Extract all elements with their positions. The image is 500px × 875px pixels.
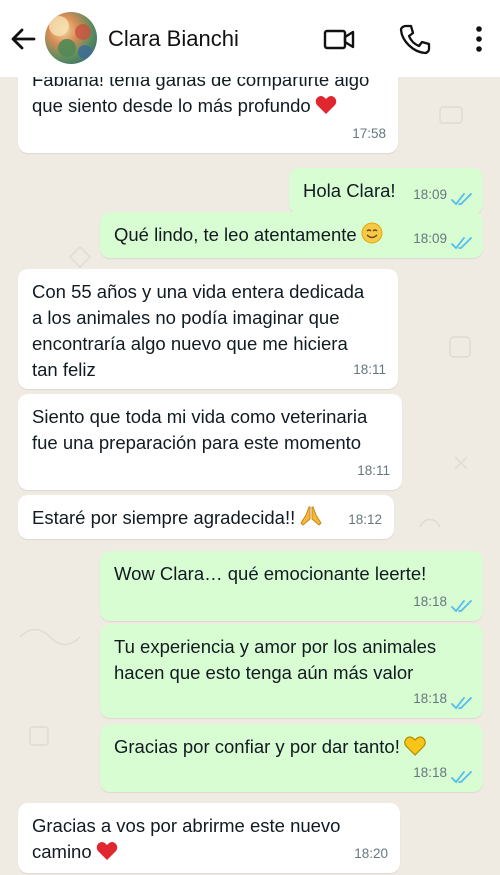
smiling-face-emoji-icon <box>361 222 383 244</box>
avatar[interactable] <box>45 12 97 64</box>
yellow-heart-emoji-icon <box>404 736 426 756</box>
message-bubble-outgoing[interactable]: Wow Clara… qué emocionante leerte! 18:18 <box>100 551 483 621</box>
message-text: Wow Clara… qué emocionante leerte! <box>114 563 427 584</box>
video-call-icon[interactable] <box>322 22 356 56</box>
message-time: 18:12 <box>348 512 382 527</box>
message-bubble-outgoing[interactable]: Hola Clara! 18:09 <box>289 168 483 214</box>
back-arrow-icon[interactable] <box>10 26 36 52</box>
read-receipt-icon <box>451 237 472 250</box>
message-text: Tu experiencia y amor por los animales h… <box>114 636 437 683</box>
message-bubble-incoming[interactable]: Con 55 años y una vida entera dedicada a… <box>18 269 398 389</box>
message-time: 18:18 <box>413 691 447 706</box>
message-text: Siento que toda mi vida como veterinaria… <box>32 406 368 453</box>
contact-name[interactable]: Clara Bianchi <box>108 26 239 52</box>
message-time: 18:09 <box>413 187 447 202</box>
message-bubble-incoming[interactable]: Gracias a vos por abrirme este nuevo cam… <box>18 803 400 873</box>
message-bubble-outgoing[interactable]: Tu experiencia y amor por los animales h… <box>100 624 483 718</box>
message-time: 18:20 <box>354 846 388 861</box>
message-text: Estaré por siempre agradecida!! <box>32 505 380 531</box>
read-receipt-icon <box>451 697 472 710</box>
message-time: 17:58 <box>352 126 386 141</box>
read-receipt-icon <box>451 771 472 784</box>
folded-hands-emoji-icon <box>300 506 322 526</box>
message-time: 18:11 <box>357 463 390 478</box>
message-text: Gracias a vos por abrirme este nuevo cam… <box>32 815 341 862</box>
message-time: 18:11 <box>353 362 386 377</box>
message-bubble-incoming[interactable]: Siento que toda mi vida como veterinaria… <box>18 394 402 490</box>
phone-call-icon[interactable] <box>398 22 432 56</box>
red-heart-emoji-icon <box>96 842 117 860</box>
message-bubble-incoming[interactable]: Fabiana! tenía ganas de compartirte algo… <box>18 77 398 153</box>
message-bubble-incoming[interactable]: Estaré por siempre agradecida!! 18:12 <box>18 495 394 539</box>
chat-header: Clara Bianchi <box>0 0 500 77</box>
chat-area[interactable]: Fabiana! tenía ganas de compartirte algo… <box>0 77 500 875</box>
message-text: Fabiana! tenía ganas de compartirte algo… <box>32 77 370 116</box>
more-options-icon[interactable] <box>462 22 496 56</box>
message-bubble-outgoing[interactable]: Qué lindo, te leo atentamente 18:09 <box>100 212 483 258</box>
message-time: 18:18 <box>413 765 447 780</box>
message-bubble-outgoing[interactable]: Gracias por confiar y por dar tanto! 18:… <box>100 724 483 792</box>
read-receipt-icon <box>451 600 472 613</box>
message-time: 18:09 <box>413 231 447 246</box>
message-time: 18:18 <box>413 594 447 609</box>
red-heart-emoji-icon <box>315 96 336 114</box>
read-receipt-icon <box>451 193 472 206</box>
message-text: Con 55 años y una vida entera dedicada a… <box>32 281 365 380</box>
message-text: Gracias por confiar y por dar tanto! <box>114 734 469 760</box>
